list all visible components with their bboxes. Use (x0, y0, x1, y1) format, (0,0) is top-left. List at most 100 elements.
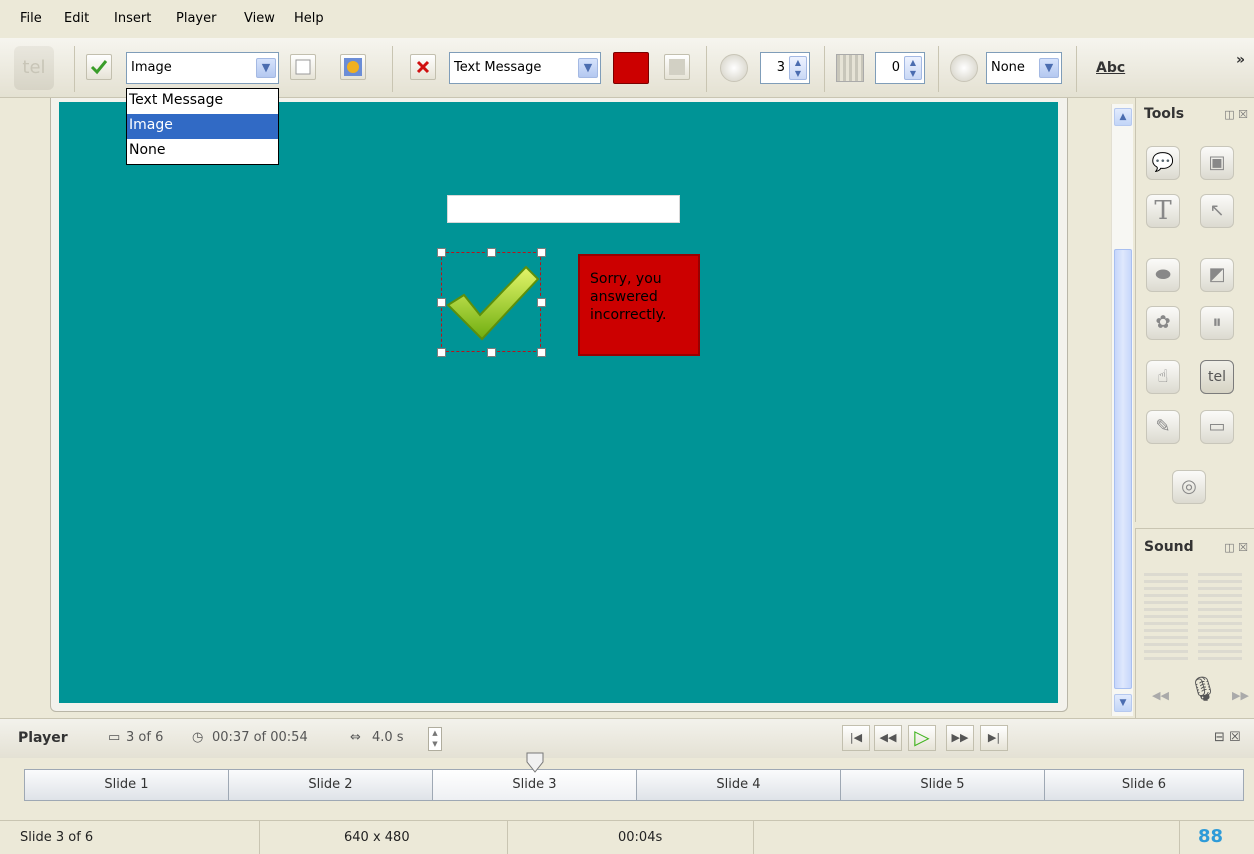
target-tool-icon[interactable]: ◎ (1172, 470, 1206, 504)
sound-forward-icon[interactable]: ▶▶ (1232, 689, 1249, 702)
chevron-down-icon[interactable]: ▼ (256, 58, 276, 78)
resize-handle-e[interactable] (537, 298, 546, 307)
leaf-image-icon (344, 58, 362, 76)
success-type-value: Image (131, 60, 172, 75)
image-gallery-button[interactable] (340, 54, 366, 80)
selected-image-object[interactable] (437, 248, 546, 357)
image-tool-icon[interactable]: ▣ (1200, 146, 1234, 180)
chevron-down-icon[interactable]: ▼ (1039, 58, 1059, 78)
timeout-spinner[interactable]: 0 ▲ ▼ (875, 52, 925, 84)
menu-player[interactable]: Player (176, 11, 216, 26)
slide-icon: ▭ (108, 730, 121, 745)
tools-panel-title: Tools (1144, 106, 1185, 122)
timer-value: None (991, 60, 1025, 75)
toolbar-overflow-button[interactable]: » (1236, 52, 1245, 68)
sound-panel-title: Sound (1144, 539, 1194, 555)
failure-type-select[interactable]: Text Message ▼ (449, 52, 601, 84)
dropdown-option-image[interactable]: Image (127, 114, 278, 139)
microphone-icon[interactable]: 🎙 (1188, 675, 1218, 703)
scroll-up-icon[interactable]: ▲ (1114, 108, 1132, 126)
failure-image-button[interactable] (664, 54, 690, 80)
time-position: 00:37 of 00:54 (212, 730, 308, 745)
quiz-tool-icon[interactable]: ✎ (1146, 410, 1180, 444)
fast-forward-icon[interactable]: ▶▶ (946, 725, 974, 751)
status-slide-text: Slide 3 of 6 (20, 830, 94, 845)
vertical-scrollbar[interactable]: ▲ ▼ (1111, 104, 1133, 716)
image-insert-tool-icon[interactable]: ✿ (1146, 306, 1180, 340)
chart-tool-icon[interactable]: ◩ (1200, 258, 1234, 292)
menu-help[interactable]: Help (294, 11, 324, 26)
pause-tool-icon[interactable]: ⏸ (1200, 306, 1234, 340)
status-cell-empty (754, 821, 1180, 854)
timer-select[interactable]: None ▼ (986, 52, 1062, 84)
play-icon[interactable]: ▷ (908, 725, 936, 751)
callout-tool-icon[interactable]: 💬 (1146, 146, 1180, 180)
sound-meter-left (1144, 573, 1188, 661)
slide-tab-4[interactable]: Slide 4 (636, 769, 841, 801)
menu-view[interactable]: View (244, 11, 275, 26)
text-entry-box[interactable] (447, 195, 680, 223)
status-cell-time: 00:04s (508, 821, 754, 854)
resize-handle-se[interactable] (537, 348, 546, 357)
slide-tab-1[interactable]: Slide 1 (24, 769, 229, 801)
connection-status-icon: 88 (1198, 826, 1224, 847)
resize-handle-ne[interactable] (537, 248, 546, 257)
sound-rewind-icon[interactable]: ◀◀ (1152, 689, 1169, 702)
text-tool-icon[interactable]: T (1146, 194, 1180, 228)
scrollbar-thumb[interactable] (1114, 249, 1132, 689)
resize-handle-n[interactable] (487, 248, 496, 257)
panel-controls-icon[interactable]: ◫ ☒ (1224, 108, 1248, 121)
resize-handle-nw[interactable] (437, 248, 446, 257)
clock-icon: ◷ (192, 730, 204, 745)
status-bar: Slide 3 of 6 640 x 480 00:04s 88 (0, 820, 1254, 854)
dropdown-option-text-message[interactable]: Text Message (127, 89, 278, 114)
toolbar-separator (392, 46, 393, 92)
panel-controls-icon[interactable]: ⊟ ☒ (1214, 730, 1241, 745)
failure-x-button[interactable] (410, 54, 436, 80)
click-tool-icon[interactable]: ☝ (1146, 360, 1180, 394)
toolbar-separator (938, 46, 939, 92)
slide-duration: 4.0 s (372, 730, 404, 745)
resize-handle-s[interactable] (487, 348, 496, 357)
failure-color-picker[interactable] (613, 52, 649, 84)
slide-tab-6[interactable]: Slide 6 (1044, 769, 1244, 801)
dropdown-option-none[interactable]: None (127, 139, 278, 164)
first-slide-icon[interactable]: |◀ (842, 725, 870, 751)
menu-file[interactable]: File (20, 11, 42, 26)
text-format-button[interactable]: Abc (1096, 60, 1125, 76)
image-style-button[interactable] (290, 54, 316, 80)
toolbar-separator (1076, 46, 1077, 92)
menu-insert[interactable]: Insert (114, 11, 151, 26)
slide-canvas[interactable] (59, 102, 1058, 703)
slide-tab-2[interactable]: Slide 2 (228, 769, 433, 801)
slide-tab-5[interactable]: Slide 5 (840, 769, 1045, 801)
stopwatch-icon (950, 54, 978, 82)
chevron-down-icon[interactable]: ▼ (578, 58, 598, 78)
failure-feedback-message[interactable]: Sorry, you answered incorrectly. (578, 254, 700, 356)
success-type-select[interactable]: Image ▼ (126, 52, 279, 84)
rewind-icon[interactable]: ◀◀ (874, 725, 902, 751)
spinner-arrows-icon[interactable]: ▲ ▼ (904, 56, 922, 80)
shape-tool-icon[interactable]: ⬬ (1146, 258, 1180, 292)
timeout-value: 0 (891, 60, 900, 75)
attempts-value: 3 (776, 60, 785, 75)
screen-tool-icon[interactable]: ▭ (1200, 410, 1234, 444)
spinner-arrows-icon[interactable]: ▲ ▼ (789, 56, 807, 80)
menu-edit[interactable]: Edit (64, 11, 89, 26)
playhead-marker[interactable] (526, 752, 544, 774)
attempts-spinner[interactable]: 3 ▲ ▼ (760, 52, 810, 84)
failure-type-value: Text Message (454, 60, 542, 75)
scroll-down-icon[interactable]: ▼ (1114, 694, 1132, 712)
pointer-tool-icon[interactable]: ↖ (1200, 194, 1234, 228)
last-slide-icon[interactable]: ▶| (980, 725, 1008, 751)
success-checkmark-button[interactable] (86, 54, 112, 80)
slide-timeline: Slide 1 Slide 2 Slide 3 Slide 4 Slide 5 … (24, 769, 1244, 801)
status-cell-size: 640 x 480 (260, 821, 508, 854)
panel-controls-icon[interactable]: ◫ ☒ (1224, 541, 1248, 554)
resize-handle-sw[interactable] (437, 348, 446, 357)
duration-icon: ⇔ (350, 730, 361, 745)
tel-tool-icon[interactable]: tel (1200, 360, 1234, 394)
resize-handle-w[interactable] (437, 298, 446, 307)
attempts-icon (720, 54, 748, 82)
duration-spinner[interactable]: ▲ ▼ (428, 727, 442, 751)
